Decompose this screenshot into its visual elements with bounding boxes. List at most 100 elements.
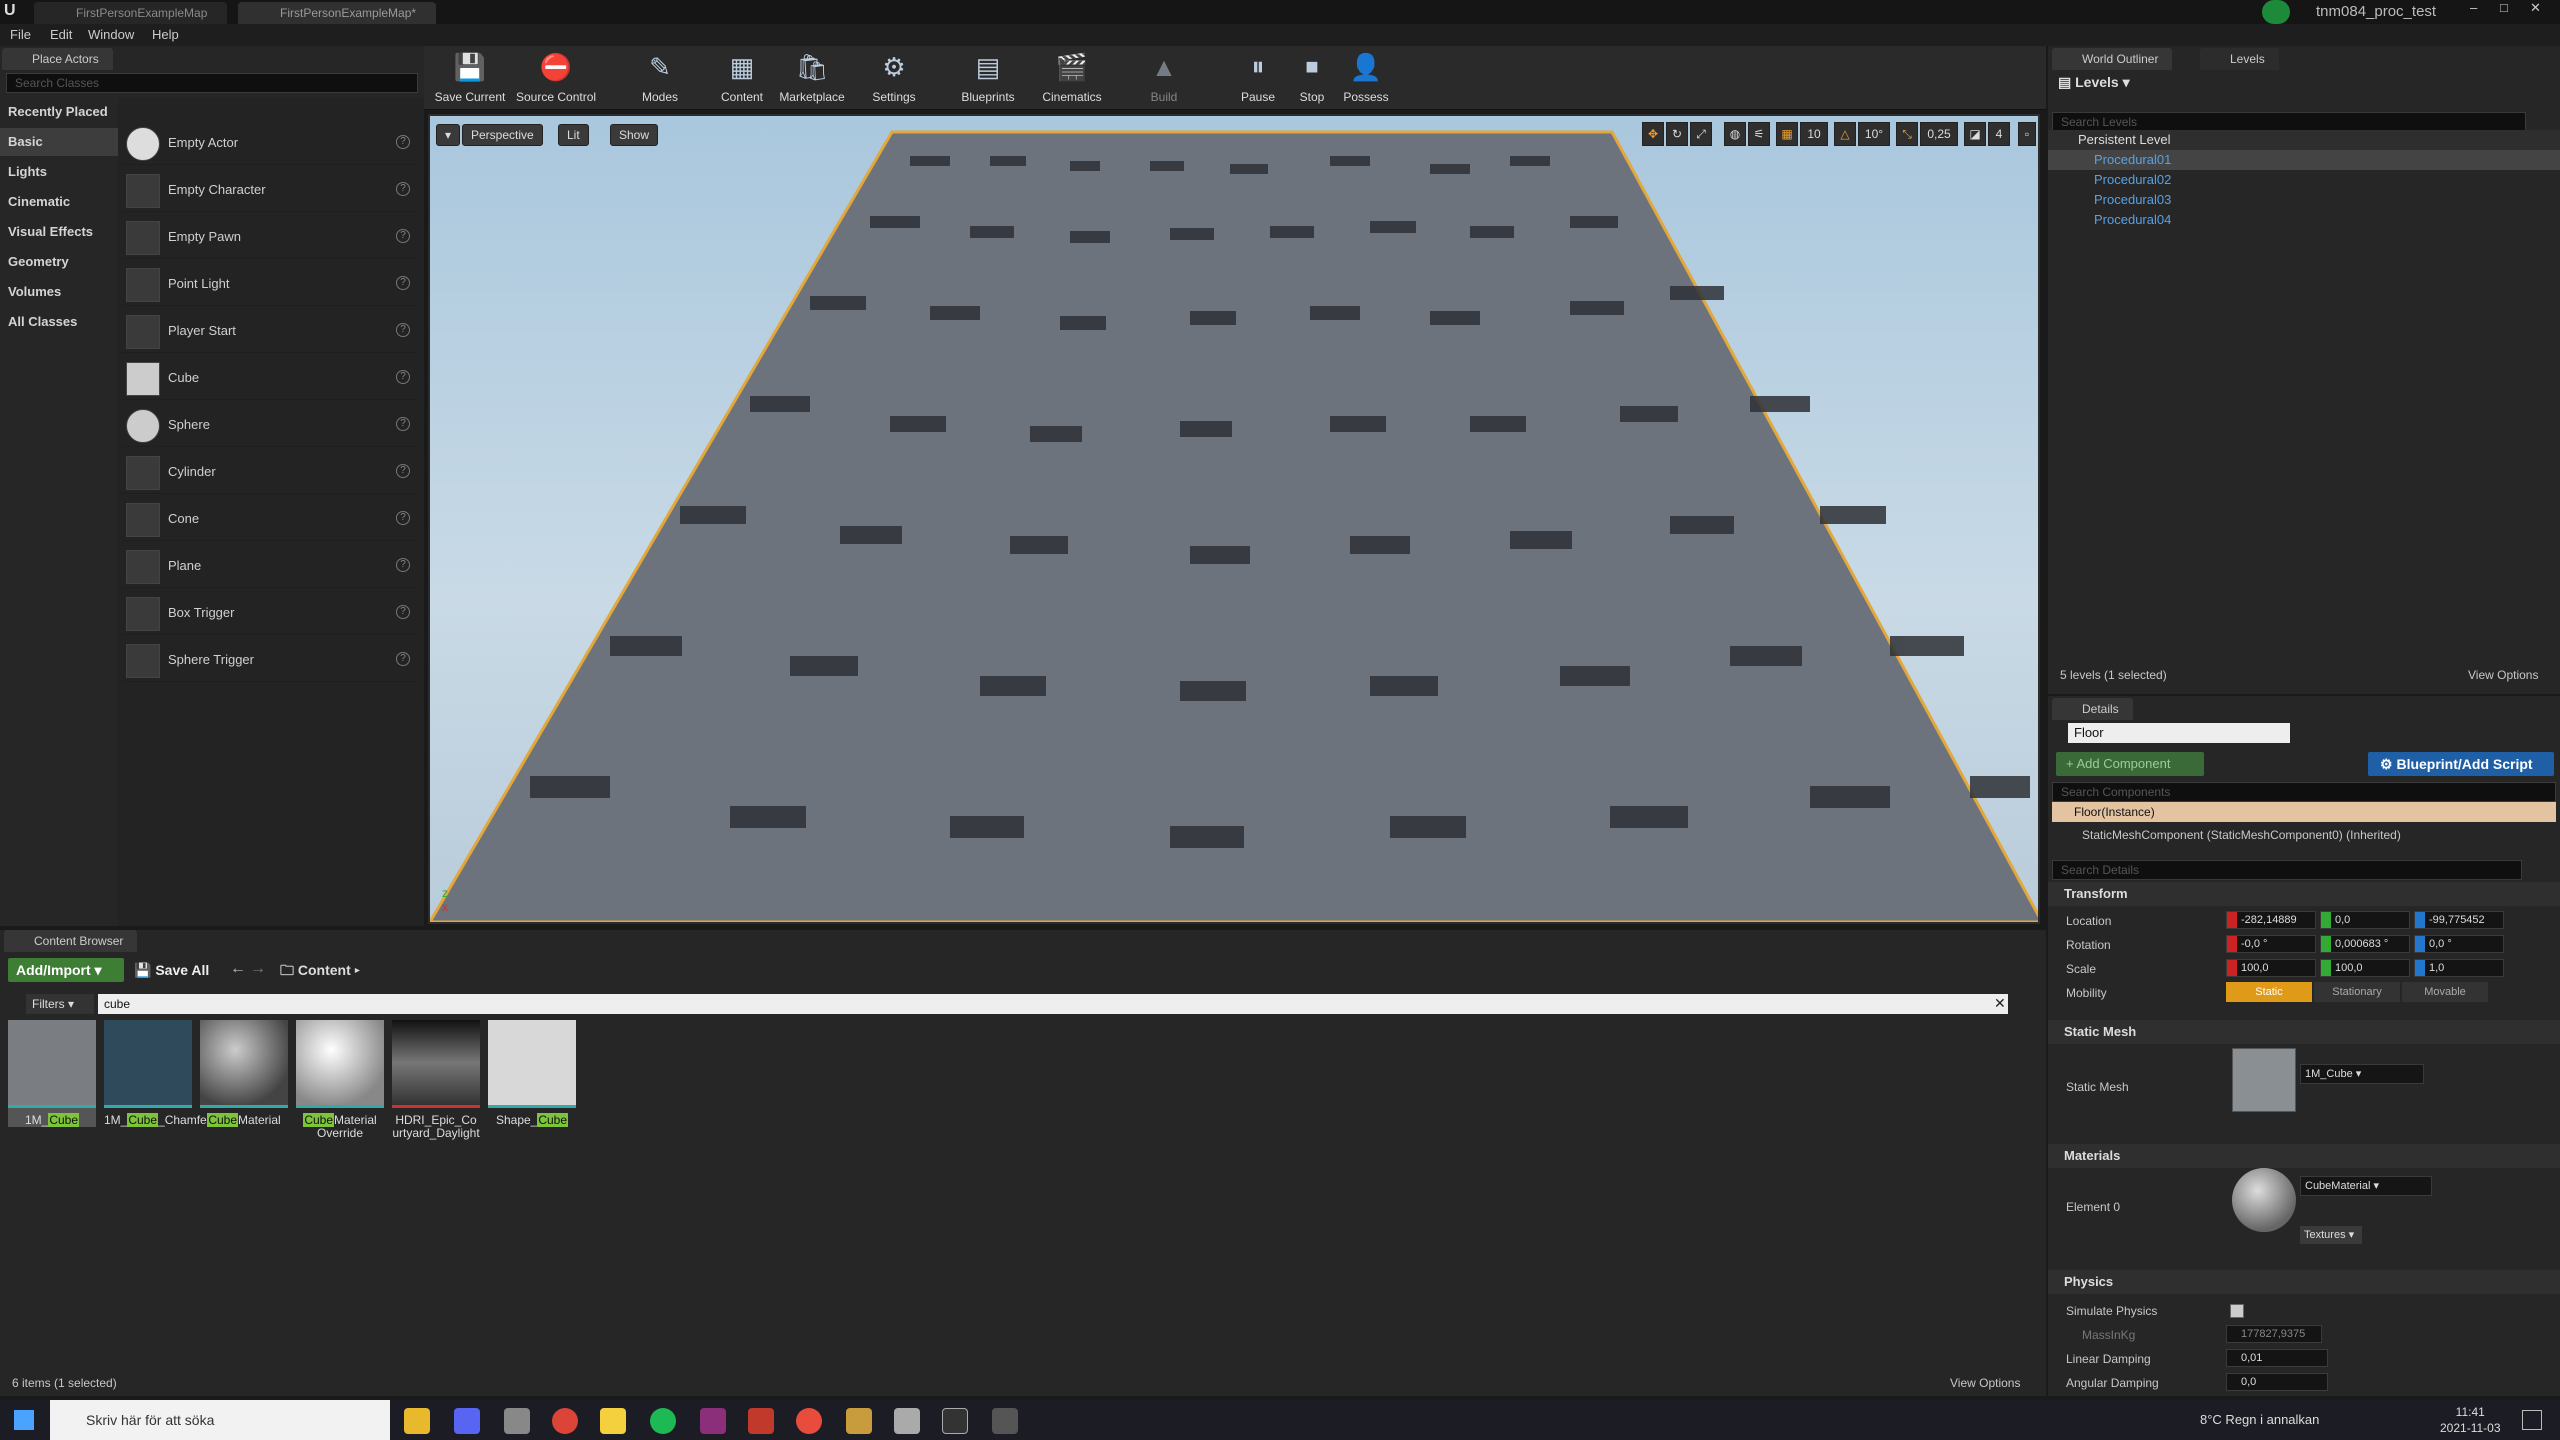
rotation-x-field[interactable]: -0,0 ° [2226, 935, 2316, 953]
actor-empty-actor[interactable]: Empty Actor? [122, 121, 418, 165]
possess-button[interactable]: 👤 Possess [1326, 50, 1406, 108]
winrar-icon[interactable] [700, 1408, 726, 1434]
level-row-procedural04[interactable]: Procedural04 [2048, 210, 2560, 230]
menu-file[interactable]: File [10, 27, 31, 42]
world-local-icon[interactable]: ◍ [1724, 122, 1746, 146]
rotate-tool-icon[interactable]: ↻ [1666, 122, 1688, 146]
category-recently-placed[interactable]: Recently Placed [0, 98, 118, 126]
mobility-static-button[interactable]: Static [2226, 982, 2312, 1002]
marketplace-button[interactable]: 🛍 Marketplace [772, 50, 852, 108]
sticky-notes-icon[interactable] [600, 1408, 626, 1434]
windows-start-icon[interactable] [14, 1410, 34, 1430]
place-actors-tab[interactable]: Place Actors [2, 48, 113, 70]
help-icon[interactable]: ? [396, 276, 410, 290]
tab-map-modified[interactable]: FirstPersonExampleMap* [238, 2, 437, 24]
tab-content-browser[interactable]: Content Browser [4, 930, 138, 952]
menu-edit[interactable]: Edit [50, 27, 72, 42]
level-row-procedural02[interactable]: Procedural02 [2048, 170, 2560, 190]
scale-z-field[interactable]: 1,0 [2414, 959, 2504, 977]
settings-button[interactable]: ⚙ Settings [854, 50, 934, 108]
search-classes-input[interactable]: Search Classes [6, 73, 418, 93]
actor-sphere[interactable]: Sphere? [122, 403, 418, 447]
file-explorer-icon[interactable] [404, 1408, 430, 1434]
materials-section[interactable]: Materials [2048, 1144, 2560, 1168]
grid-snap-value[interactable]: 10 [1800, 122, 1828, 146]
actor-box-trigger[interactable]: Box Trigger? [122, 591, 418, 635]
rotation-snap-icon[interactable]: △ [1834, 122, 1856, 146]
cinematics-button[interactable]: 🎬 Cinematics [1032, 50, 1112, 108]
scale-tool-icon[interactable]: ⤢ [1690, 122, 1712, 146]
location-z-field[interactable]: -99,775452 [2414, 911, 2504, 929]
actor-player-start[interactable]: Player Start? [122, 309, 418, 353]
rotation-z-field[interactable]: 0,0 ° [2414, 935, 2504, 953]
actor-cone[interactable]: Cone? [122, 497, 418, 541]
scale-y-field[interactable]: 100,0 [2320, 959, 2410, 977]
asset-shape-cube[interactable]: Shape_Cube [488, 1020, 576, 1127]
help-icon[interactable]: ? [396, 135, 410, 149]
menu-window[interactable]: Window [88, 27, 134, 42]
tab-levels[interactable]: Levels [2200, 48, 2279, 70]
league-icon[interactable] [846, 1408, 872, 1434]
help-icon[interactable]: ? [396, 464, 410, 478]
filters-button[interactable]: Filters ▾ [26, 994, 94, 1014]
content-view-options[interactable]: View Options [1950, 1376, 2020, 1390]
maximize-button[interactable]: □ [2500, 0, 2508, 15]
spotify-icon[interactable] [650, 1408, 676, 1434]
tab-map[interactable]: FirstPersonExampleMap [34, 2, 228, 24]
clock[interactable]: 11:41 2021-11-03 [2440, 1404, 2501, 1436]
search-details-input[interactable]: Search Details [2052, 860, 2522, 880]
taskbar-search-input[interactable]: Skriv här för att söka [50, 1400, 390, 1440]
tab-details[interactable]: Details [2052, 698, 2133, 720]
help-icon[interactable]: ? [396, 182, 410, 196]
notifications-icon[interactable] [2522, 1410, 2542, 1430]
floor-instance-row[interactable]: Floor(Instance) [2052, 802, 2556, 822]
help-icon[interactable]: ? [396, 511, 410, 525]
levels-view-options[interactable]: View Options [2468, 668, 2538, 682]
physics-section[interactable]: Physics [2048, 1270, 2560, 1294]
help-icon[interactable]: ? [396, 370, 410, 384]
location-x-field[interactable]: -282,14889 [2226, 911, 2316, 929]
back-arrow-icon[interactable]: ← [230, 960, 246, 978]
textures-dropdown[interactable]: Textures ▾ [2300, 1226, 2362, 1244]
category-lights[interactable]: Lights [0, 158, 118, 186]
level-row-procedural03[interactable]: Procedural03 [2048, 190, 2560, 210]
category-geometry[interactable]: Geometry [0, 248, 118, 276]
modes-button[interactable]: ✎ Modes [620, 50, 700, 108]
unreal-engine-icon[interactable] [942, 1408, 968, 1434]
asset-1m-cube-chamfer[interactable]: 1M_Cube_Chamfer [104, 1020, 211, 1127]
actor-empty-character[interactable]: Empty Character? [122, 168, 418, 212]
actor-cube[interactable]: Cube? [122, 356, 418, 400]
rotation-y-field[interactable]: 0,000683 ° [2320, 935, 2410, 953]
material-dropdown[interactable]: CubeMaterial ▾ [2300, 1176, 2432, 1196]
scale-x-field[interactable]: 100,0 [2226, 959, 2316, 977]
source-control-button[interactable]: ⛔ Source Control [516, 50, 596, 108]
translate-tool-icon[interactable]: ✥ [1642, 122, 1664, 146]
angular-damping-field[interactable]: 0,0 [2226, 1373, 2328, 1391]
asset-search-input[interactable]: cube [98, 994, 2008, 1014]
category-cinematic[interactable]: Cinematic [0, 188, 118, 216]
level-row-procedural01[interactable]: Procedural01 [2048, 150, 2560, 170]
search-levels-input[interactable]: Search Levels [2052, 112, 2526, 132]
scale-snap-value[interactable]: 0,25 [1920, 122, 1958, 146]
grid-snap-icon[interactable]: ▦ [1776, 122, 1798, 146]
lit-button[interactable]: Lit [558, 124, 589, 146]
actor-cylinder[interactable]: Cylinder? [122, 450, 418, 494]
mobility-stationary-button[interactable]: Stationary [2314, 982, 2400, 1002]
asset-hdri-courtyard[interactable]: HDRI_Epic_Courtyard_Daylight [392, 1020, 480, 1140]
blueprints-button[interactable]: ▤ Blueprints [948, 50, 1028, 108]
app-icon[interactable] [504, 1408, 530, 1434]
viewport-options-button[interactable]: ▾ [436, 124, 461, 146]
show-button[interactable]: Show [610, 124, 659, 146]
static-mesh-dropdown[interactable]: 1M_Cube ▾ [2300, 1064, 2424, 1084]
add-import-button[interactable]: Add/Import ▾ [8, 958, 124, 982]
minimize-button[interactable]: – [2470, 0, 2477, 15]
actor-sphere-trigger[interactable]: Sphere Trigger? [122, 638, 418, 682]
menu-help[interactable]: Help [152, 27, 179, 42]
forward-arrow-icon[interactable]: → [250, 960, 266, 978]
level-viewport[interactable]: ▾ Perspective Lit Show ✥ ↻ ⤢ ◍ ⚟ ▦ 10 △ … [428, 114, 2040, 924]
simulate-physics-checkbox[interactable] [2230, 1304, 2244, 1318]
scale-snap-icon[interactable]: ⤡ [1896, 122, 1918, 146]
persistent-level-row[interactable]: Persistent Level [2048, 130, 2560, 150]
category-basic[interactable]: Basic [0, 128, 118, 156]
game-icon[interactable] [748, 1408, 774, 1434]
